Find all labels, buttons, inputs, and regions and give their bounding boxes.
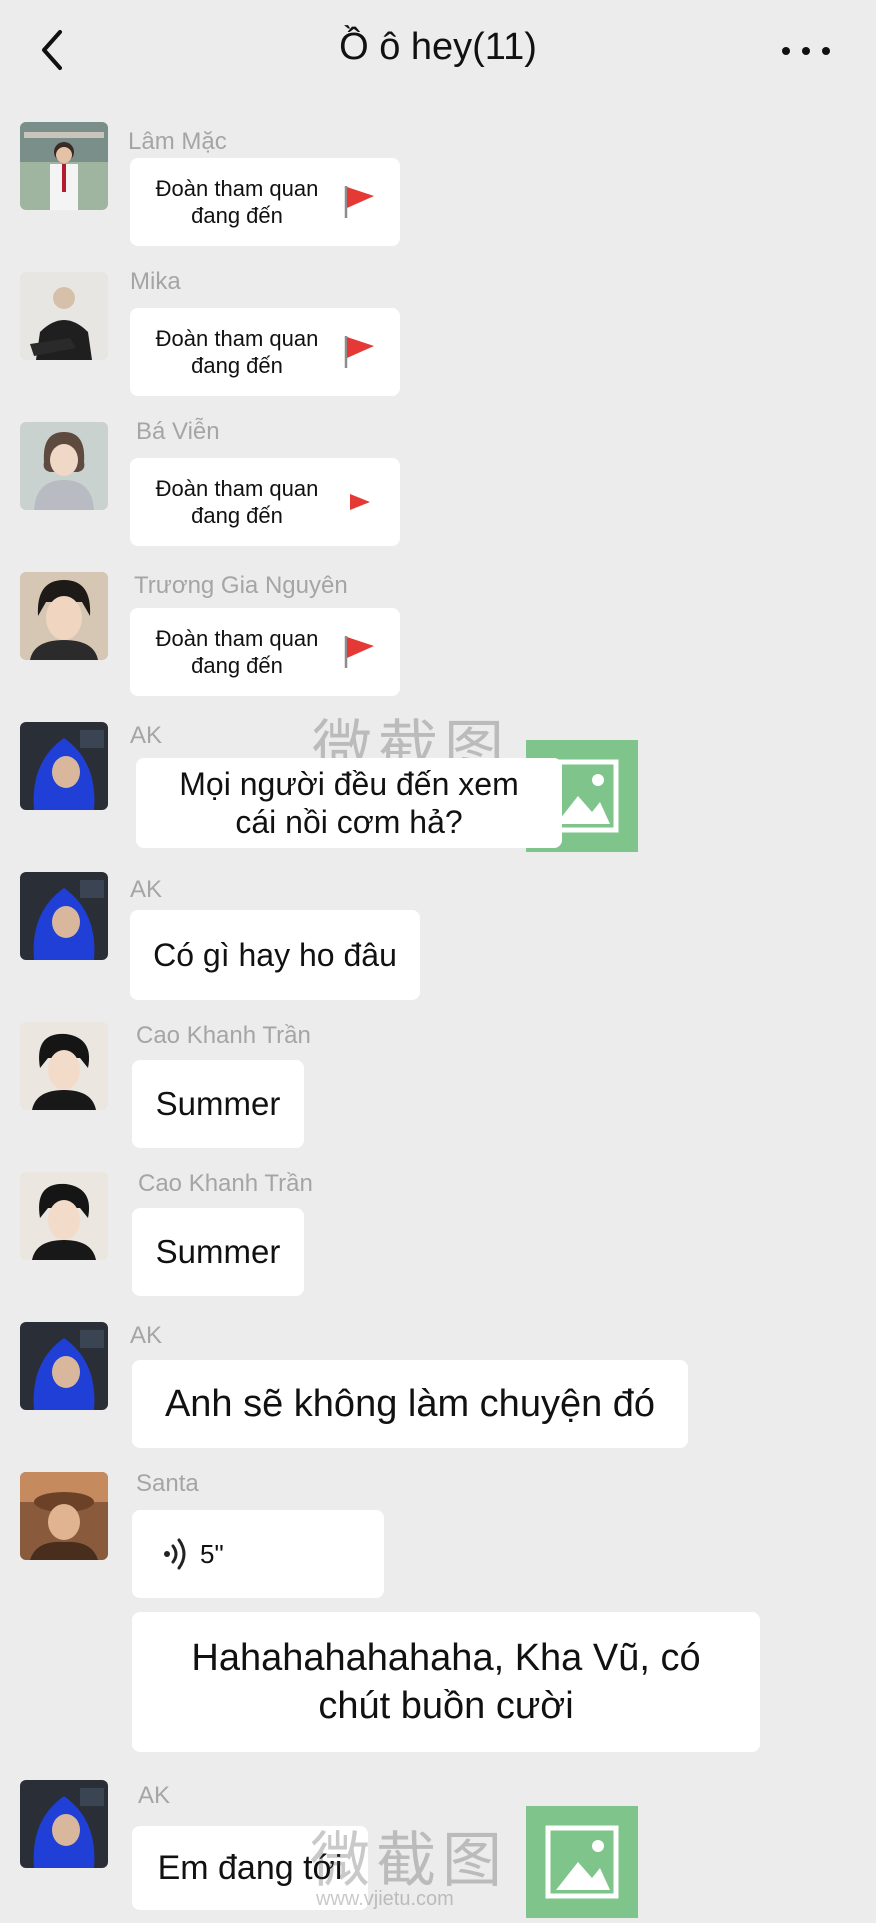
avatar[interactable] [20,122,108,210]
red-flag-icon [344,636,374,668]
avatar[interactable] [20,272,108,360]
message-text: Đoàn tham quan đang đến [155,626,319,678]
voice-wave-icon [164,1538,186,1570]
avatar[interactable] [20,1780,108,1868]
voice-duration: 5" [200,1538,224,1569]
more-dot-icon [802,47,810,55]
red-flag-icon [350,494,370,510]
message-text: Anh sẽ không làm chuyện đó [164,1382,656,1425]
message-text: Mọi người đều đến xem cái nồi cơm hả? [179,766,519,840]
red-flag-icon [344,186,374,218]
avatar[interactable] [20,1472,108,1560]
message-text: Summer [155,1085,281,1122]
avatar[interactable] [20,1022,108,1110]
watermark-logo-icon [526,1806,638,1918]
more-dot-icon [822,47,830,55]
avatar[interactable] [20,422,108,510]
avatar[interactable] [20,1172,108,1260]
message-bubble[interactable]: Hahahahahahaha, Kha Vũ, có chút buồn cườ… [132,1612,760,1752]
message-text: Hahahahahahaha, Kha Vũ, có chút buồn cườ… [191,1637,701,1727]
message-bubble[interactable]: Anh sẽ không làm chuyện đó [132,1360,688,1448]
sender-name: Mika [130,268,181,295]
message-text: Đoàn tham quan đang đến [155,476,319,528]
red-flag-icon [344,336,374,368]
message-text: Có gì hay ho đâu [153,937,397,973]
sender-name: Cao Khanh Trần [136,1022,311,1049]
avatar[interactable] [20,872,108,960]
message-bubble[interactable]: Có gì hay ho đâu [130,910,420,1000]
sender-name: AK [130,876,163,903]
chat-title: Ồ ô hey(11) [339,26,537,68]
watermark-url: www.vjietu.com [316,1888,454,1910]
message-bubble[interactable]: Đoàn tham quan đang đến [130,308,400,396]
avatar[interactable] [20,1322,108,1410]
sender-name: Cao Khanh Trần [138,1170,313,1197]
chat-header: Ồ ô hey(11) [0,0,876,100]
message-bubble[interactable]: Đoàn tham quan đang đến [130,458,400,546]
message-text: Đoàn tham quan đang đến [155,176,319,228]
voice-message-bubble[interactable]: 5" [132,1510,384,1598]
sender-name: Bá Viễn [136,418,220,445]
watermark-text: 微截图 [310,1826,508,1896]
message-bubble[interactable]: Summer [132,1060,304,1148]
message-text: Đoàn tham quan đang đến [155,326,319,378]
sender-name: Lâm Mặc [128,128,227,155]
more-dot-icon [782,47,790,55]
more-options-button[interactable] [776,32,836,68]
sender-name: AK [138,1782,171,1809]
sender-name: Santa [136,1470,199,1497]
message-text: Summer [155,1233,281,1270]
sender-name: AK [130,1322,163,1349]
message-bubble[interactable]: Mọi người đều đến xem cái nồi cơm hả? [136,758,562,848]
message-bubble[interactable]: Summer [132,1208,304,1296]
sender-name: AK [130,722,163,749]
avatar[interactable] [20,722,108,810]
message-bubble[interactable]: Đoàn tham quan đang đến [130,608,400,696]
sender-name: Trương Gia Nguyên [134,572,348,599]
avatar[interactable] [20,572,108,660]
message-bubble[interactable]: Đoàn tham quan đang đến [130,158,400,246]
